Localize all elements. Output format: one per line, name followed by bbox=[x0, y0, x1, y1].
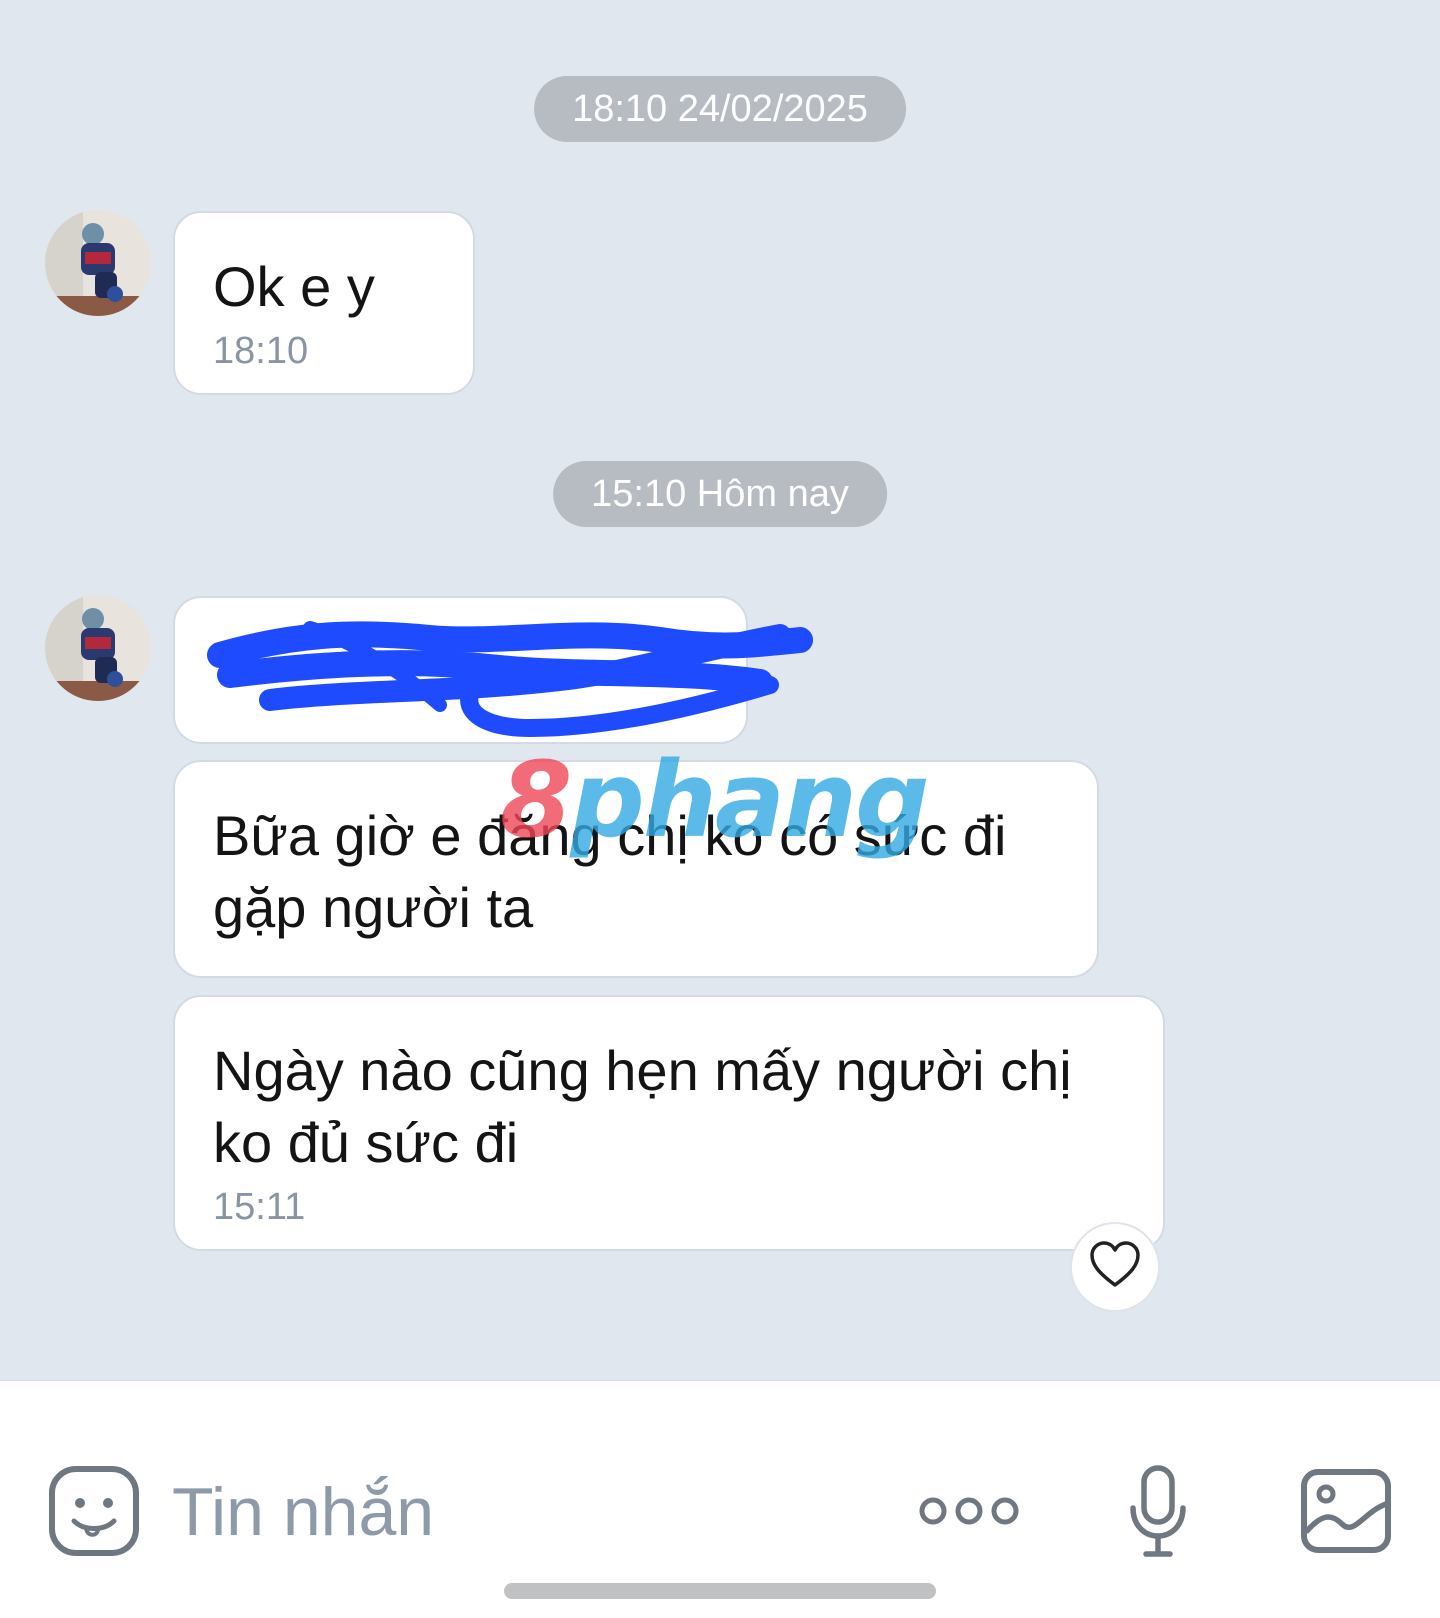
microphone-icon bbox=[1128, 1464, 1188, 1565]
redacted-message-bubble[interactable] bbox=[173, 596, 748, 744]
voice-record-button[interactable] bbox=[1122, 1461, 1194, 1567]
message-composer bbox=[0, 1380, 1440, 1618]
message-input[interactable] bbox=[172, 1467, 872, 1557]
message-text: Ngày nào cũng hẹn mấy người chị ko đủ sứ… bbox=[213, 1039, 1072, 1174]
avatar[interactable] bbox=[45, 210, 151, 316]
more-dots-icon bbox=[919, 1494, 1019, 1533]
message-bubble[interactable]: Ngày nào cũng hẹn mấy người chị ko đủ sứ… bbox=[173, 995, 1165, 1251]
image-picker-button[interactable] bbox=[1298, 1465, 1394, 1561]
message-text: Bữa giờ e đăng chị ko có sức đi gặp ngườ… bbox=[213, 804, 1007, 939]
date-separator: 18:10 24/02/2025 bbox=[534, 76, 906, 142]
message-bubble[interactable]: Bữa giờ e đăng chị ko có sức đi gặp ngườ… bbox=[173, 760, 1099, 978]
chat-area: 18:10 24/02/2025 Ok e y 18:10 15:10 Hôm … bbox=[0, 0, 1440, 1380]
reaction-button[interactable] bbox=[1070, 1222, 1160, 1312]
sticker-icon bbox=[48, 1465, 140, 1562]
image-icon bbox=[1300, 1468, 1392, 1559]
sticker-button[interactable] bbox=[46, 1465, 142, 1561]
message-time: 18:10 bbox=[213, 330, 309, 372]
date-separator: 15:10 Hôm nay bbox=[553, 461, 887, 527]
more-options-button[interactable] bbox=[916, 1485, 1022, 1541]
message-time: 15:11 bbox=[213, 1186, 306, 1228]
heart-icon bbox=[1089, 1240, 1141, 1294]
home-indicator[interactable] bbox=[504, 1583, 936, 1599]
avatar[interactable] bbox=[45, 595, 151, 701]
message-bubble[interactable]: Ok e y 18:10 bbox=[173, 211, 475, 395]
message-text: Ok e y bbox=[213, 255, 375, 318]
